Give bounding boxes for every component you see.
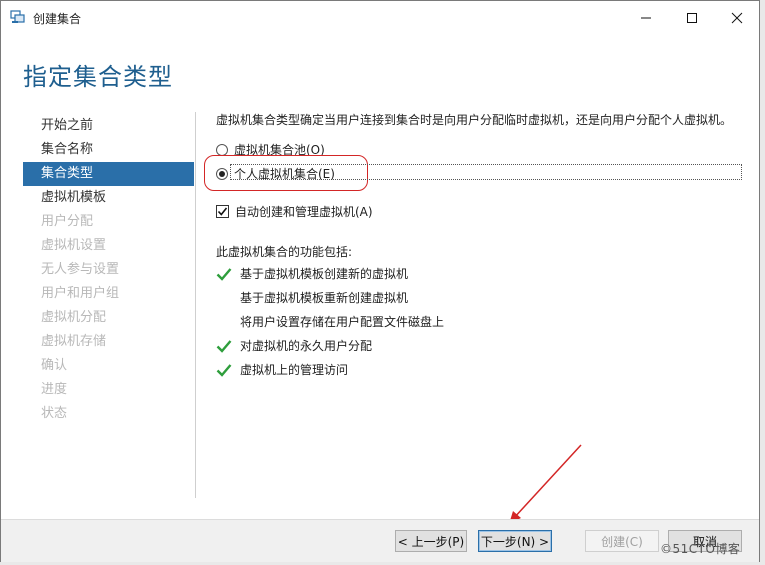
nav-item-vm-allocation: 虚拟机分配: [41, 310, 107, 325]
green-check-icon: [216, 267, 232, 281]
nav-item-confirmation: 确认: [41, 358, 68, 373]
nav-item-vm-template[interactable]: 虚拟机模板: [23, 186, 194, 210]
feature-label: 对虚拟机的永久用户分配: [240, 339, 373, 353]
auto-manage-checkbox-row[interactable]: 自动创建和管理虚拟机(A): [216, 203, 373, 220]
minimize-button[interactable]: [623, 1, 669, 34]
window-title: 创建集合: [33, 12, 82, 26]
features-title: 此虚拟机集合的功能包括:: [216, 245, 353, 259]
watermark-text: ©51CTO博客: [660, 542, 741, 556]
maximize-button[interactable]: [669, 1, 715, 34]
nav-item-users-and-groups: 用户和用户组: [41, 286, 120, 301]
auto-manage-checkbox[interactable]: [216, 205, 229, 218]
green-check-icon: [216, 339, 232, 353]
title-bar[interactable]: 创建集合: [1, 1, 759, 34]
previous-button[interactable]: < 上一步(P): [395, 530, 467, 552]
nav-item-vm-storage: 虚拟机存储: [41, 334, 107, 349]
nav-item-unattended-settings: 无人参与设置: [41, 262, 120, 277]
collection-app-icon: [10, 10, 26, 25]
checkmark-icon: [217, 207, 228, 216]
feature-item: 基于虚拟机模板创建新的虚拟机: [216, 265, 408, 282]
radio-pooled-indicator[interactable]: [216, 143, 228, 156]
nav-divider: [195, 112, 196, 498]
radio-personal-indicator[interactable]: [216, 167, 228, 180]
nav-item-before-you-begin[interactable]: 开始之前: [23, 114, 194, 138]
feature-item: 将用户设置存储在用户配置文件磁盘上: [216, 313, 444, 330]
close-icon: [731, 12, 743, 23]
nav-item-vm-settings: 虚拟机设置: [41, 238, 107, 253]
maximize-icon: [687, 12, 697, 23]
feature-label: 基于虚拟机模板重新创建虚拟机: [240, 291, 409, 305]
dialog-window: 创建集合 指定集合类型 开始之前 集合名称 集合类型 虚拟机模板 用户分配 虚拟…: [0, 0, 760, 562]
feature-label: 将用户设置存储在用户配置文件磁盘上: [240, 315, 445, 329]
feature-item: 虚拟机上的管理访问: [216, 361, 348, 378]
annotation-arrow-icon: [509, 444, 582, 524]
next-button[interactable]: 下一步(N) >: [478, 530, 552, 552]
nav-item-collection-name[interactable]: 集合名称: [23, 138, 194, 162]
content-pane: 虚拟机集合类型确定当用户连接到集合时是向用户分配临时虚拟机，还是向用户分配个人虚…: [204, 112, 746, 377]
description-text: 虚拟机集合类型确定当用户连接到集合时是向用户分配临时虚拟机，还是向用户分配个人虚…: [216, 113, 733, 127]
radio-personal-collection[interactable]: 个人虚拟机集合(E): [216, 165, 335, 182]
wizard-nav: 开始之前 集合名称 集合类型 虚拟机模板 用户分配 虚拟机设置 无人参与设置 用…: [23, 114, 194, 426]
wizard-footer: < 上一步(P) 下一步(N) > 创建(C) 取消: [1, 519, 759, 562]
feature-label: 虚拟机上的管理访问: [240, 363, 349, 377]
radio-personal-label: 个人虚拟机集合(E): [234, 167, 335, 181]
page-title: 指定集合类型: [23, 63, 173, 91]
close-button[interactable]: [714, 1, 760, 34]
nav-item-results: 状态: [41, 406, 68, 421]
create-button: 创建(C): [585, 530, 659, 552]
minimize-icon: [641, 17, 651, 18]
feature-item: 基于虚拟机模板重新创建虚拟机: [216, 289, 408, 306]
nav-item-collection-type[interactable]: 集合类型: [23, 162, 194, 186]
auto-manage-label: 自动创建和管理虚拟机(A): [235, 205, 373, 219]
nav-item-progress: 进度: [41, 382, 68, 397]
feature-label: 基于虚拟机模板创建新的虚拟机: [240, 267, 409, 281]
feature-item: 对虚拟机的永久用户分配: [216, 337, 372, 354]
nav-item-user-assignment: 用户分配: [41, 214, 94, 229]
green-check-icon: [216, 363, 232, 377]
